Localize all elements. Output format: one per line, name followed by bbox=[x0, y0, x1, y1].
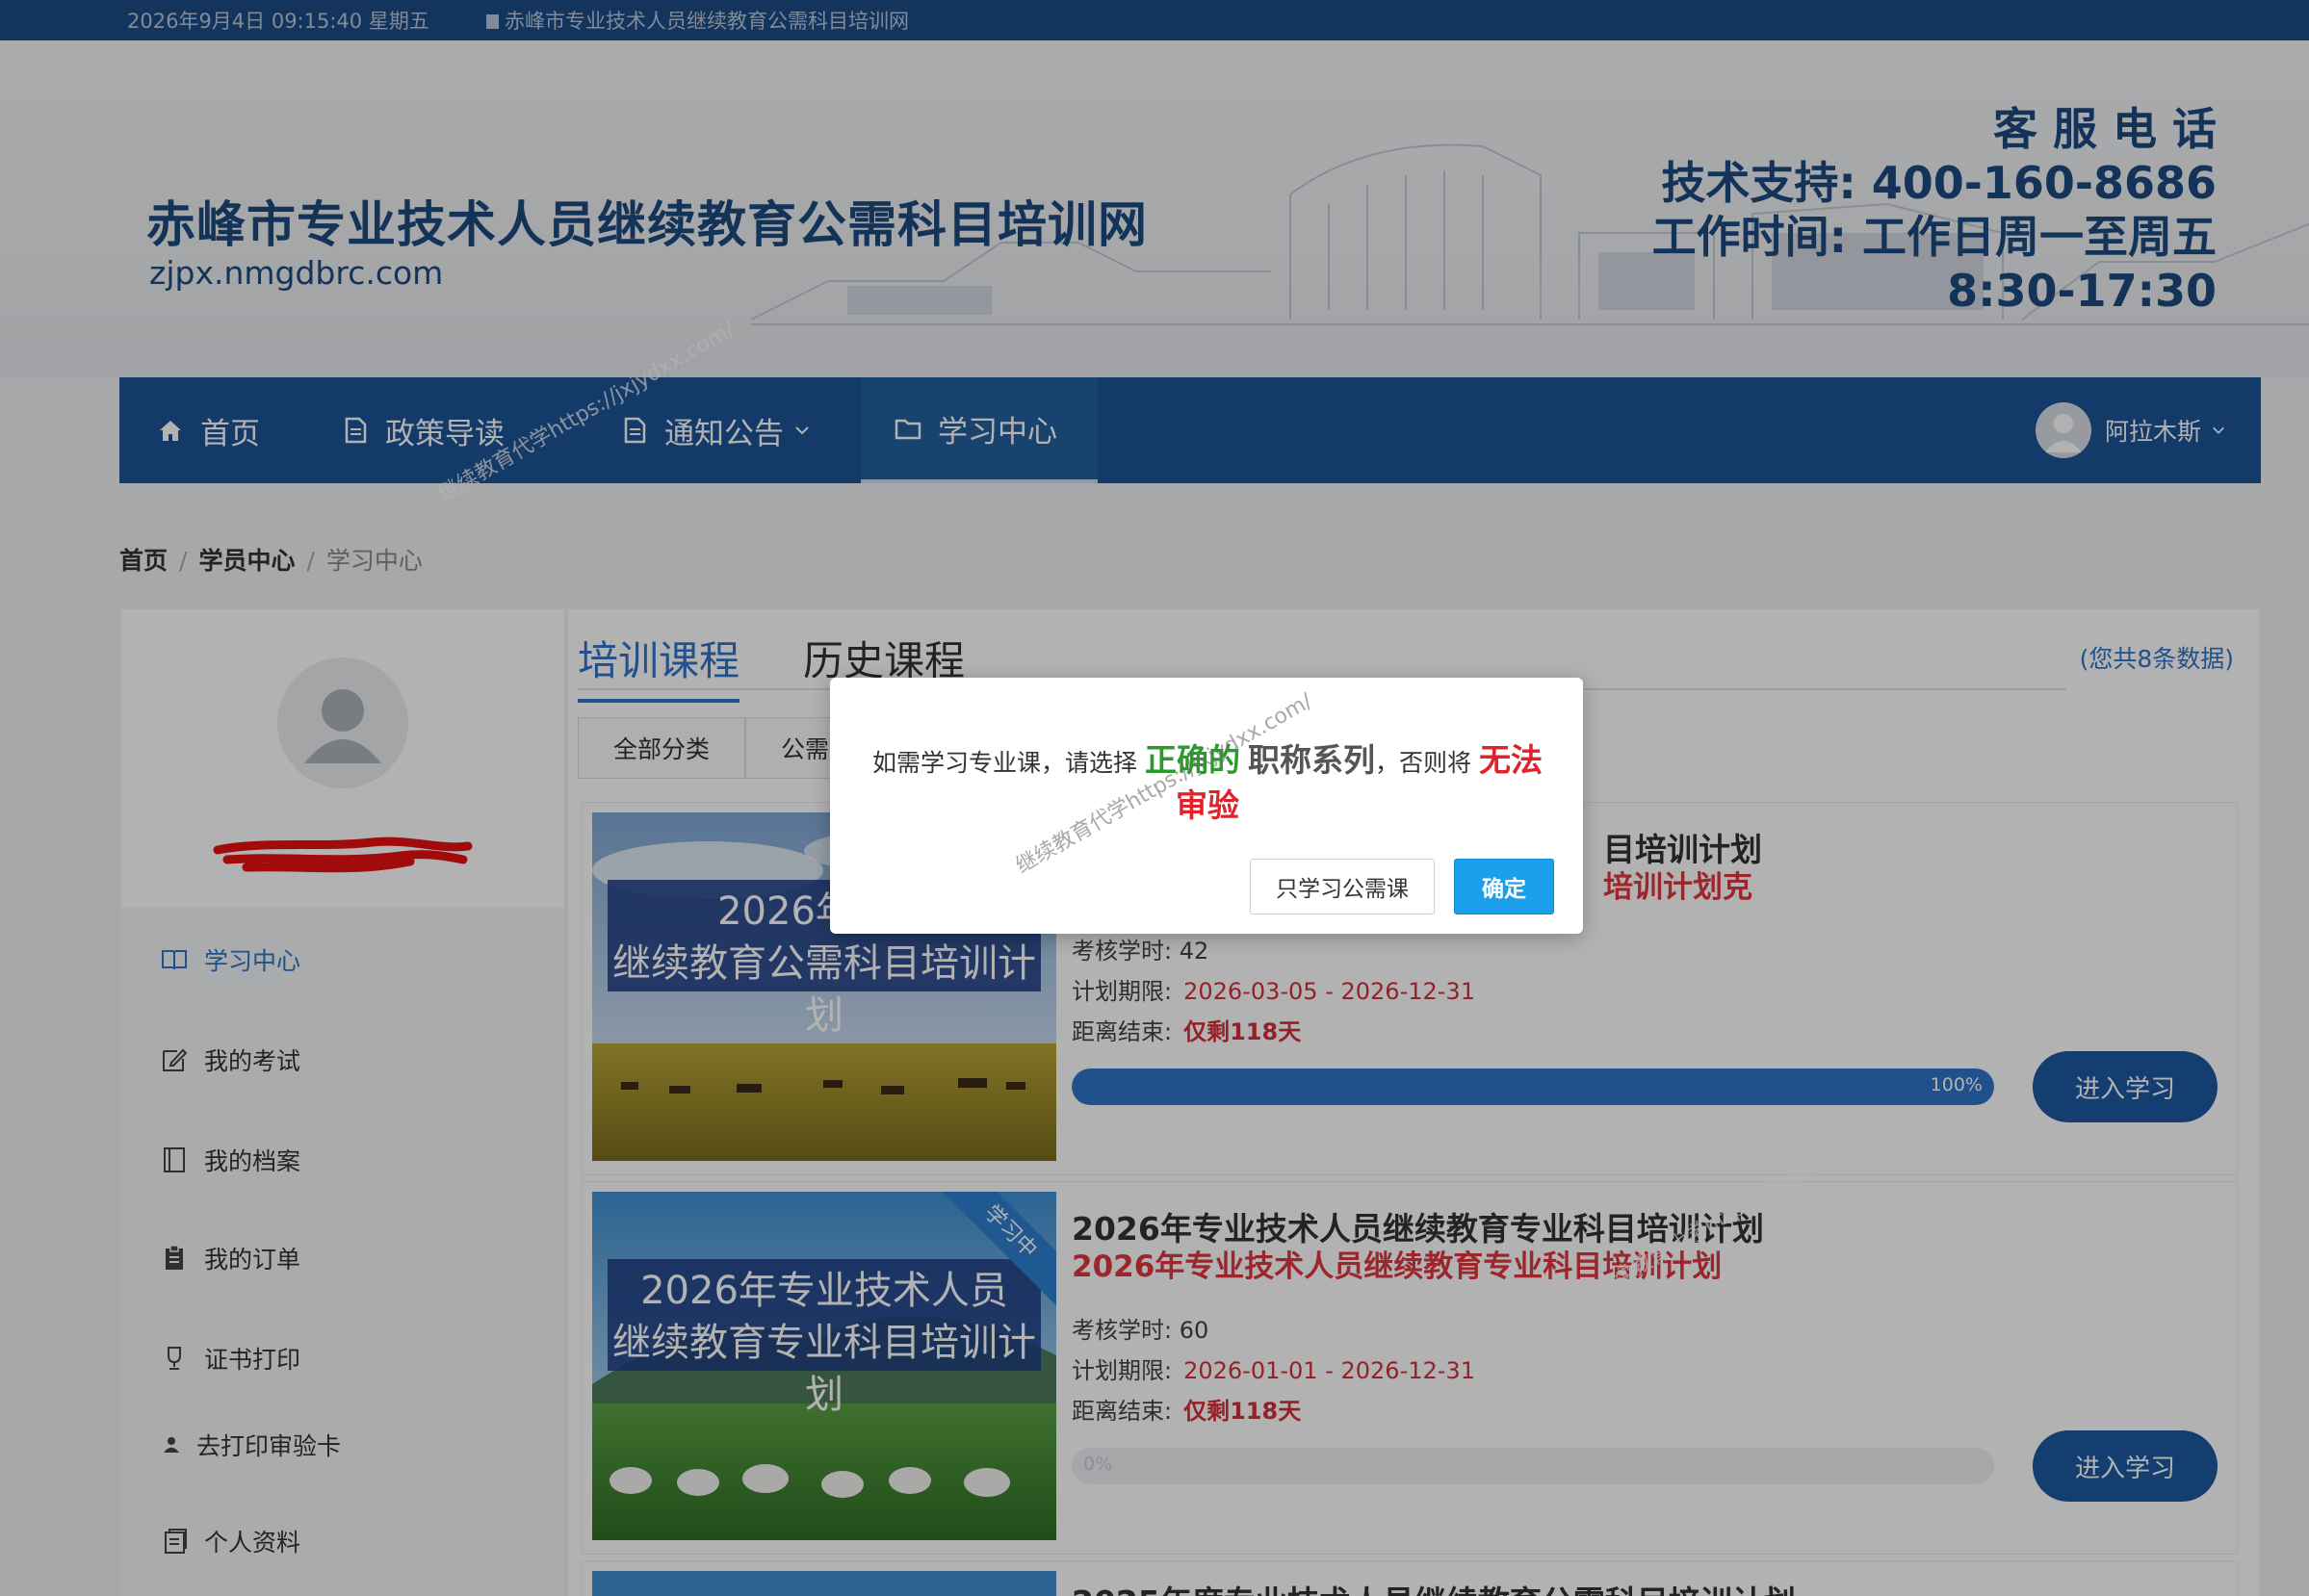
public-only-button[interactable]: 只学习公需课 bbox=[1250, 859, 1435, 914]
confirm-button[interactable]: 确定 bbox=[1454, 859, 1554, 914]
msg-title-series: 职称系列 bbox=[1247, 741, 1375, 779]
notice-dialog: 如需学习专业课，请选择 正确的 职称系列，否则将 无法审验 只学习公需课 确定 … bbox=[830, 678, 1583, 934]
msg-prefix: 如需学习专业课，请选择 bbox=[872, 749, 1138, 777]
msg-middle: ，否则将 bbox=[1374, 749, 1471, 777]
